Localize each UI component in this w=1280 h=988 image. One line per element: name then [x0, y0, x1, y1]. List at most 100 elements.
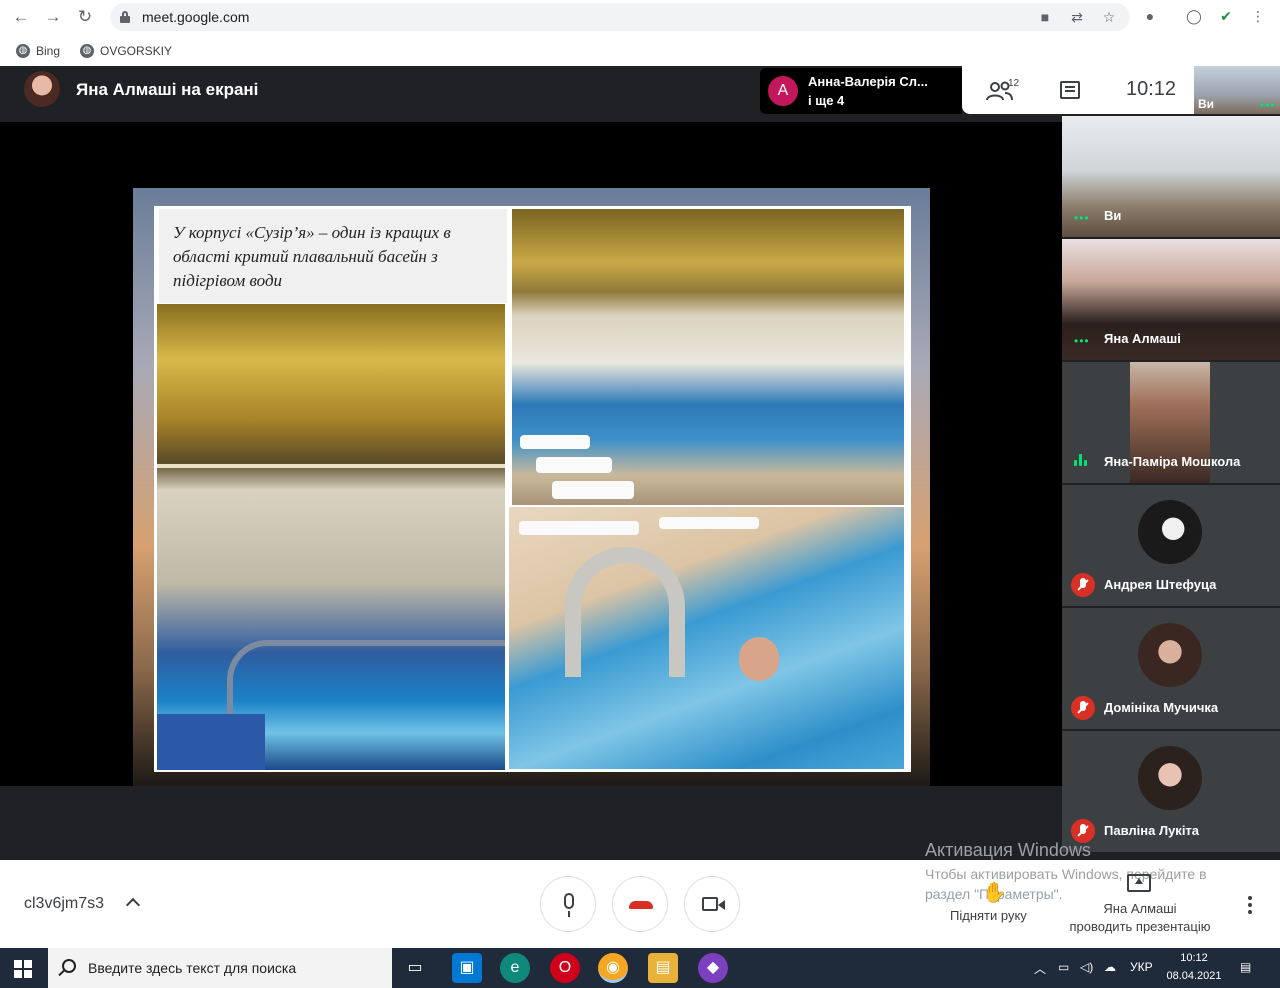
raise-hand-label[interactable]: Підняти руку	[950, 908, 1027, 923]
pool-photo-top-right	[512, 209, 904, 505]
presentation-slide: У корпусі «Сузір’я» – один із кращих в о…	[133, 188, 930, 786]
profile-icon[interactable]: ◯	[1184, 6, 1204, 26]
presenting-text: проводить презентацію	[1069, 919, 1211, 934]
more-options-icon[interactable]	[1244, 896, 1256, 914]
ceiling-edge	[157, 464, 505, 468]
windows-taskbar: Введите здесь текст для поиска ▭ ▣ e O ◉…	[0, 948, 1280, 988]
avatar	[1138, 746, 1202, 810]
file-explorer-icon[interactable]: ▤	[648, 953, 678, 983]
presenter-title: Яна Алмаші на екрані	[76, 80, 259, 99]
more-dots-icon: •••	[1074, 334, 1090, 348]
present-screen-icon[interactable]	[1127, 874, 1151, 892]
lounger	[536, 457, 612, 473]
swimmer	[739, 637, 779, 681]
tray-chevron-icon[interactable]: ︿	[1034, 960, 1046, 977]
chrome-icon[interactable]: ◉	[598, 953, 628, 983]
tile-name: Павліна Лукіта	[1104, 823, 1200, 838]
opera-icon[interactable]: O	[550, 953, 580, 983]
taskbar-time[interactable]: 10:12	[1168, 952, 1220, 964]
tile-name: Ви	[1104, 208, 1122, 223]
forward-arrow-icon[interactable]: →	[42, 6, 64, 28]
volume-icon[interactable]: ◁)	[1080, 960, 1093, 974]
browser-menu-icon[interactable]: ⋮	[1248, 6, 1268, 26]
pool-photo-bottom-right	[509, 507, 904, 769]
edge-icon[interactable]: e	[500, 953, 530, 983]
mic-off-icon	[1071, 573, 1095, 597]
slide-caption-box: У корпусі «Сузір’я» – один із кращих в о…	[159, 209, 507, 303]
extension-icon[interactable]: ●	[1140, 6, 1160, 26]
meeting-info-panel: 12 10:12	[962, 66, 1194, 114]
mic-off-icon	[1071, 696, 1095, 720]
browser-chrome: ← → ↻ meet.google.com ■ ⇄ ☆ ● ◯ ✔ ⋮ ◍ Bi…	[0, 0, 1280, 66]
search-placeholder: Введите здесь текст для поиска	[88, 960, 297, 976]
raise-hand-icon[interactable]: ✋	[982, 880, 1007, 906]
phone-hangup-icon	[629, 901, 653, 909]
participant-count: 12	[1008, 78, 1020, 89]
participant-tile-yana-almashi[interactable]: ••• Яна Алмаші	[1062, 239, 1280, 360]
speaking-indicator-icon	[1074, 454, 1088, 466]
paint-icon[interactable]: ◆	[698, 953, 728, 983]
participant-tile-yana-pamira[interactable]: Яна-Паміра Мошкола	[1062, 362, 1280, 483]
globe-icon: ◍	[80, 44, 94, 58]
presentation-stage: У корпусі «Сузір’я» – один із кращих в о…	[0, 122, 1062, 786]
meet-stage-area: Яна Алмаші на екрані A Анна-Валерія Сл..…	[0, 66, 1280, 860]
tile-name: Андрея Штефуца	[1104, 577, 1217, 592]
translate-icon[interactable]: ⇄	[1068, 8, 1086, 26]
bookmark-bing[interactable]: ◍ Bing	[14, 40, 60, 62]
lock-icon	[120, 11, 130, 23]
notifications-icon[interactable]: ▤	[1240, 960, 1251, 974]
windows-start-icon[interactable]	[14, 960, 32, 978]
bookmark-label: Bing	[36, 44, 61, 58]
camera-icon	[702, 897, 725, 911]
meeting-code[interactable]: cl3v6jm7s3	[24, 895, 104, 913]
chat-icon[interactable]	[1060, 81, 1080, 99]
participant-tile-andreya[interactable]: Андрея Штефуца	[1062, 485, 1280, 606]
hot-tub-rim	[227, 640, 505, 720]
hang-up-button[interactable]	[612, 876, 668, 932]
presentation-status[interactable]: Яна Алмаші проводить презентацію	[1064, 900, 1216, 936]
mosaic-tiles	[157, 714, 265, 770]
slide-caption: У корпусі «Сузір’я» – один із кращих в о…	[173, 223, 451, 290]
tile-name: Яна Алмаші	[1104, 331, 1181, 346]
bookmark-star-icon[interactable]: ☆	[1100, 8, 1118, 26]
participant-tile-dominika[interactable]: Домініка Мучичка	[1062, 608, 1280, 729]
camera-button[interactable]	[684, 876, 740, 932]
avatar	[1138, 500, 1202, 564]
back-arrow-icon[interactable]: ←	[10, 6, 32, 28]
shield-check-icon[interactable]: ✔	[1216, 6, 1236, 26]
url-text: meet.google.com	[142, 9, 250, 25]
more-dots-icon: •••	[1260, 98, 1276, 112]
presenter-name: Яна Алмаші	[1103, 901, 1177, 916]
bookmarks-bar: ◍ Bing ◍ OVGORSKIY	[0, 36, 1280, 66]
meeting-clock: 10:12	[1126, 78, 1177, 100]
active-speaker-chip[interactable]: A Анна-Валерія Сл... і ще 4	[760, 68, 962, 114]
reload-icon[interactable]: ↻	[74, 6, 96, 28]
self-view-thumbnail[interactable]: Ви •••	[1194, 66, 1280, 114]
keyboard-language[interactable]: УКР	[1130, 960, 1153, 974]
meet-controls-bar: cl3v6jm7s3 Активация Windows Чтобы актив…	[0, 840, 1280, 948]
bookmark-label: OVGORSKIY	[100, 44, 173, 58]
lounger	[552, 481, 634, 499]
store-icon[interactable]: ▣	[452, 953, 482, 983]
speaker-more: і ще 4	[808, 93, 845, 108]
participant-tile-self[interactable]: ••• Ви	[1062, 116, 1280, 237]
participant-tile-pavlina[interactable]: Павліна Лукіта	[1062, 731, 1280, 852]
taskbar-search-box[interactable]: Введите здесь текст для поиска	[48, 948, 392, 988]
globe-icon: ◍	[16, 44, 30, 58]
microphone-icon	[564, 893, 574, 917]
microphone-button[interactable]	[540, 876, 596, 932]
lounger	[519, 521, 639, 535]
slide-frame: У корпусі «Сузір’я» – один із кращих в о…	[154, 206, 911, 772]
windows-activation-title: Активация Windows	[925, 840, 1091, 860]
network-icon[interactable]: ▭	[1058, 960, 1069, 974]
address-bar[interactable]: meet.google.com ■ ⇄ ☆	[110, 3, 1130, 31]
bookmark-ovgorskiy[interactable]: ◍ OVGORSKIY	[78, 40, 172, 62]
chevron-up-icon[interactable]	[126, 896, 140, 910]
task-view-icon[interactable]: ▭	[400, 953, 430, 983]
taskbar-date[interactable]: 08.04.2021	[1160, 970, 1228, 982]
camera-permission-icon[interactable]: ■	[1036, 8, 1054, 26]
search-icon	[62, 959, 76, 973]
cloud-icon[interactable]: ☁	[1104, 960, 1116, 974]
speaker-name: Анна-Валерія Сл...	[808, 74, 928, 89]
lounger	[520, 435, 590, 449]
